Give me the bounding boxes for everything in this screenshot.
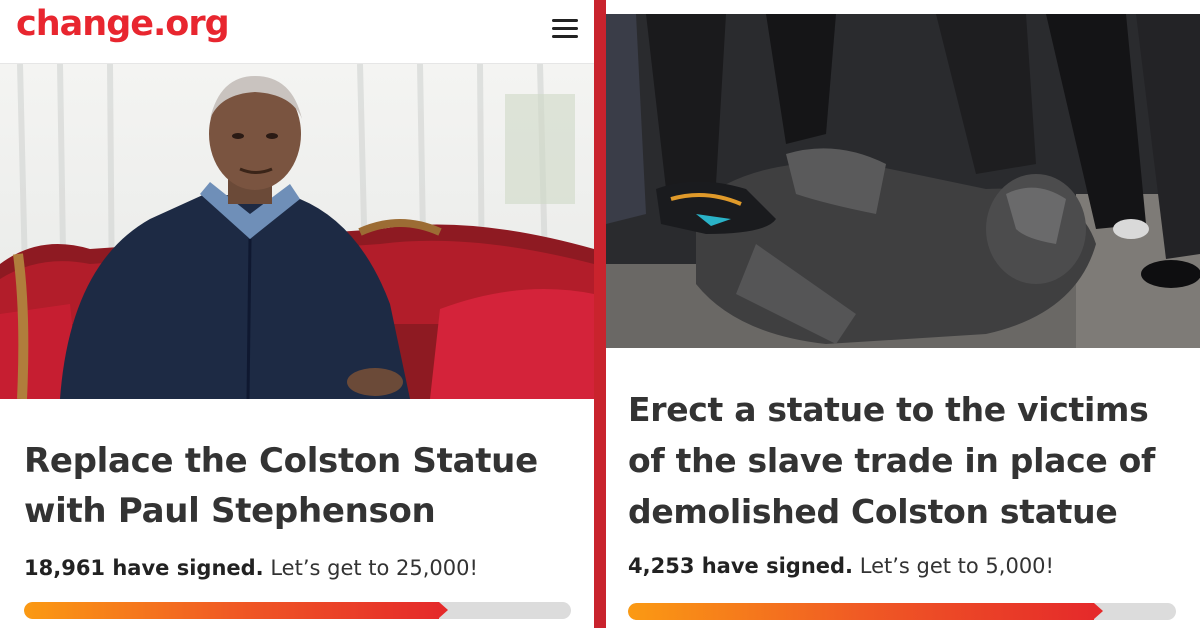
signed-count-label: 4,253 have signed. — [628, 554, 854, 578]
signature-progress-bar — [24, 602, 571, 619]
progress-fill — [628, 603, 1104, 620]
progress-fill — [24, 602, 448, 619]
site-header: change.org — [0, 0, 594, 64]
goal-label: Let’s get to 25,000! — [270, 556, 478, 580]
petition-title[interactable]: Replace the Colston Statue with Paul Ste… — [24, 436, 584, 536]
goal-label: Let’s get to 5,000! — [859, 554, 1054, 578]
right-petition-card: Erect a statue to the victims of the sla… — [606, 0, 1200, 628]
signed-count-label: 18,961 have signed. — [24, 556, 264, 580]
hamburger-menu-icon[interactable] — [552, 18, 578, 40]
left-petition-card: change.org Replace the Colston Statue wi… — [0, 0, 594, 628]
signature-count: 4,253 have signed. Let’s get to 5,000! — [628, 554, 1054, 578]
signature-progress-bar — [628, 603, 1176, 620]
petition-photo — [0, 64, 594, 399]
petition-title[interactable]: Erect a statue to the victims of the sla… — [628, 384, 1188, 537]
petition-photo — [606, 14, 1200, 348]
change-org-logo[interactable]: change.org — [16, 4, 230, 44]
signature-count: 18,961 have signed. Let’s get to 25,000! — [24, 556, 478, 580]
